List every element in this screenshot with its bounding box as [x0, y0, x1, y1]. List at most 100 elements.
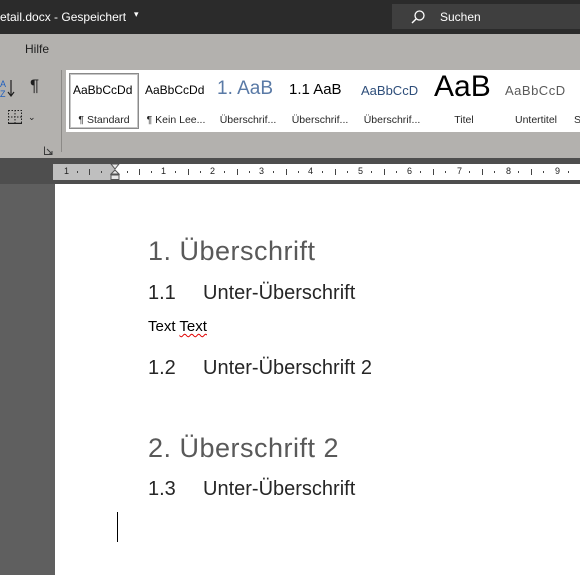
ruler-tick [445, 171, 446, 173]
style-heading-3[interactable]: AaBbCcD Überschrif... [358, 74, 426, 128]
body-word: Text [148, 318, 176, 335]
ruler-tick [531, 169, 532, 175]
ruler-tick [101, 171, 102, 173]
heading-1[interactable]: 2. Überschrift 2 [148, 433, 339, 464]
heading-2[interactable]: 1.3 Unter-Überschrift [148, 478, 355, 501]
dialog-launcher-icon[interactable] [44, 146, 53, 155]
search-box[interactable]: Suchen [392, 4, 580, 29]
search-icon [411, 10, 425, 24]
menu-help[interactable]: Hilfe [25, 42, 49, 56]
style-name: Überschrif... [363, 114, 421, 126]
ruler-number: 5 [358, 166, 364, 176]
document-title[interactable]: etail.docx - Gespeichert [0, 10, 126, 24]
ruler-tick [494, 171, 495, 173]
style-title[interactable]: AaB Titel [430, 74, 498, 128]
ruler-number: 3 [259, 166, 265, 176]
ruler-number: 1 [161, 166, 167, 176]
svg-text:A: A [0, 79, 6, 89]
ruler-tick [77, 171, 78, 173]
style-preview: AaBbCcDd [145, 83, 205, 97]
horizontal-ruler[interactable]: 1 1 2 3 4 5 6 7 8 9 [53, 164, 580, 180]
style-name: Überschrif... [219, 114, 277, 126]
ruler-tick [237, 169, 238, 175]
ruler-tick [433, 169, 434, 175]
ruler-tick [298, 171, 299, 173]
style-standard[interactable]: AaBbCcDd ¶ Standard [69, 73, 139, 129]
ruler-tick [151, 171, 152, 173]
indent-marker-icon[interactable] [110, 164, 120, 180]
ruler-tick [322, 171, 323, 173]
ruler-tick [335, 169, 336, 175]
save-status: Gespeichert [61, 10, 127, 24]
style-preview: 1.1 AaB [289, 81, 342, 98]
heading-2[interactable]: 1.2 Unter-Überschrift 2 [148, 357, 372, 380]
ruler-tick [420, 171, 421, 173]
ruler-number: 4 [308, 166, 314, 176]
ruler-tick [224, 171, 225, 173]
title-separator: - [54, 10, 59, 24]
ruler-tick [273, 171, 274, 173]
ruler-tick [543, 171, 544, 173]
show-formatting-button[interactable]: ¶ [30, 76, 39, 96]
heading-2[interactable]: 1.1 Unter-Überschrift [148, 282, 355, 305]
ruler-tick [286, 169, 287, 175]
style-heading-1[interactable]: 1. AaB Überschrif... [214, 74, 282, 128]
ruler-tick [89, 169, 90, 175]
ruler-tick [371, 171, 372, 173]
heading-1[interactable]: 1. Überschrift [148, 236, 316, 267]
style-name: Überschrif... [291, 114, 349, 126]
ruler-number: 2 [210, 166, 216, 176]
ruler-number: 1 [64, 166, 70, 176]
heading-number: 1.3 [148, 478, 176, 500]
style-name: Untertitel [514, 114, 557, 126]
style-preview: AaB [434, 74, 491, 103]
style-preview: AaBbCcD [505, 83, 566, 98]
search-label: Suchen [440, 10, 481, 24]
title-bar: etail.docx - Gespeichert ▾ Suchen [0, 0, 580, 34]
style-preview: AaBbCcDd [73, 83, 133, 97]
style-preview: 1. AaB [217, 78, 273, 99]
ruler-tick [175, 171, 176, 173]
style-subtitle[interactable]: AaBbCcD Untertitel [502, 74, 570, 128]
svg-text:Z: Z [0, 89, 6, 98]
ruler-number: 9 [555, 166, 561, 176]
spelling-error-word[interactable]: Text [179, 318, 207, 335]
filename: etail.docx [0, 10, 51, 24]
style-no-spacing[interactable]: AaBbCcDd ¶ Kein Lee... [142, 74, 210, 128]
ruler-tick [249, 171, 250, 173]
style-name: ¶ Standard [78, 114, 130, 126]
ruler-tick [518, 171, 519, 173]
ruler-tick [347, 171, 348, 173]
style-preview: AaBbCcD [361, 83, 419, 98]
sort-icon[interactable]: A Z [0, 78, 16, 98]
style-heading-2[interactable]: 1.1 AaB Überschrif... [286, 74, 354, 128]
ribbon-divider [61, 70, 62, 152]
borders-icon[interactable] [8, 110, 22, 124]
body-paragraph[interactable]: Text Text [148, 318, 207, 335]
ruler-tick [188, 169, 189, 175]
ruler-band: 1 1 2 3 4 5 6 7 8 9 [0, 158, 580, 184]
ruler-tick [384, 169, 385, 175]
styles-gallery: AaBbCcDd ¶ Standard AaBbCcDd ¶ Kein Lee.… [66, 70, 580, 132]
style-name: S [574, 114, 580, 126]
ruler-tick [469, 171, 470, 173]
heading-number: 1.2 [148, 357, 176, 379]
ruler-number: 6 [407, 166, 413, 176]
ruler-tick [482, 169, 483, 175]
style-partial[interactable]: S [574, 74, 580, 128]
heading-text: Unter-Überschrift [203, 282, 356, 304]
title-caret-icon[interactable]: ▾ [134, 9, 139, 20]
paragraph-tools: A Z ¶ ⌄ [0, 64, 60, 158]
style-name: Titel [454, 114, 474, 126]
style-name: ¶ Kein Lee... [146, 114, 206, 126]
borders-dropdown-icon[interactable]: ⌄ [28, 112, 36, 123]
heading-number: 1.1 [148, 282, 176, 304]
ruler-tick [200, 171, 201, 173]
ribbon: A Z ¶ ⌄ AaBbCcDd ¶ Standard AaBbCcDd ¶ K… [0, 64, 580, 158]
ruler-tick [127, 171, 128, 173]
document-page[interactable]: 1. Überschrift 1.1 Unter-Überschrift Text… [55, 184, 580, 575]
ruler-margin [53, 164, 115, 180]
ruler-number: 8 [506, 166, 512, 176]
heading-text: Unter-Überschrift 2 [203, 357, 372, 379]
text-cursor [117, 512, 118, 542]
